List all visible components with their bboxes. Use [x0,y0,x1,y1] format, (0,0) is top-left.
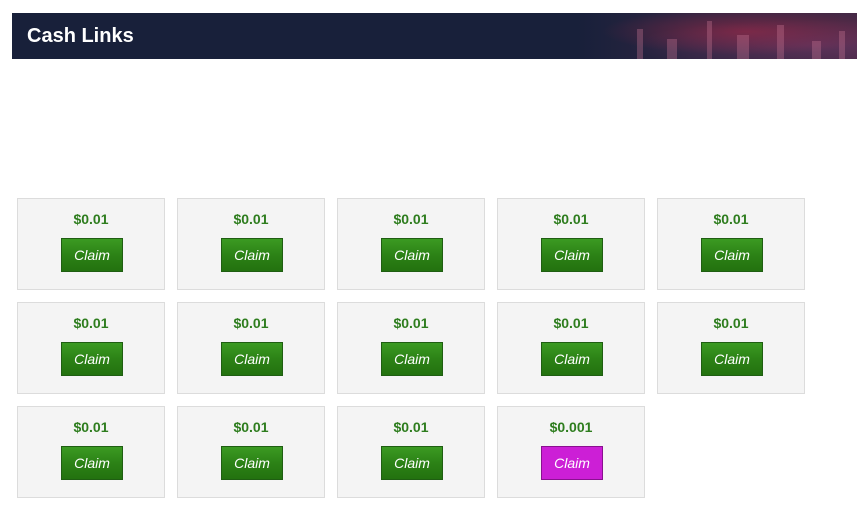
claim-button[interactable]: Claim [701,238,763,272]
cash-link-amount: $0.01 [553,315,589,331]
cash-link-card: $0.001 Claim [497,406,645,498]
cash-link-card: $0.01 Claim [17,198,165,290]
cash-link-card: $0.01 Claim [177,302,325,394]
cash-link-amount: $0.01 [233,315,269,331]
cash-link-amount: $0.01 [73,419,109,435]
claim-button[interactable]: Claim [381,446,443,480]
claim-button[interactable]: Claim [381,342,443,376]
cash-link-amount: $0.001 [549,419,593,435]
cash-link-card: $0.01 Claim [337,198,485,290]
cash-link-amount: $0.01 [713,315,749,331]
cash-link-amount: $0.01 [553,211,589,227]
cash-link-card: $0.01 Claim [337,302,485,394]
cash-link-card: $0.01 Claim [337,406,485,498]
cash-link-amount: $0.01 [393,315,429,331]
claim-button[interactable]: Claim [221,446,283,480]
claim-button[interactable]: Claim [61,238,123,272]
cash-link-card: $0.01 Claim [497,198,645,290]
claim-button[interactable]: Claim [221,238,283,272]
claim-button[interactable]: Claim [701,342,763,376]
claim-button[interactable]: Claim [61,342,123,376]
claim-button[interactable]: Claim [541,238,603,272]
page-header: Cash Links [12,13,857,59]
claim-button[interactable]: Claim [541,446,603,480]
cash-link-card: $0.01 Claim [657,302,805,394]
cash-link-amount: $0.01 [73,315,109,331]
cash-link-card: $0.01 Claim [657,198,805,290]
claim-button[interactable]: Claim [61,446,123,480]
cash-link-card: $0.01 Claim [177,406,325,498]
cash-link-amount: $0.01 [393,211,429,227]
cash-link-amount: $0.01 [713,211,749,227]
claim-button[interactable]: Claim [541,342,603,376]
page-title: Cash Links [27,25,134,47]
cash-link-amount: $0.01 [393,419,429,435]
cash-link-card: $0.01 Claim [497,302,645,394]
cash-link-card: $0.01 Claim [177,198,325,290]
cash-link-amount: $0.01 [233,419,269,435]
cash-link-card: $0.01 Claim [17,302,165,394]
cash-link-amount: $0.01 [233,211,269,227]
cash-link-amount: $0.01 [73,211,109,227]
header-city-background [577,13,857,59]
cash-link-card: $0.01 Claim [17,406,165,498]
claim-button[interactable]: Claim [381,238,443,272]
claim-button[interactable]: Claim [221,342,283,376]
